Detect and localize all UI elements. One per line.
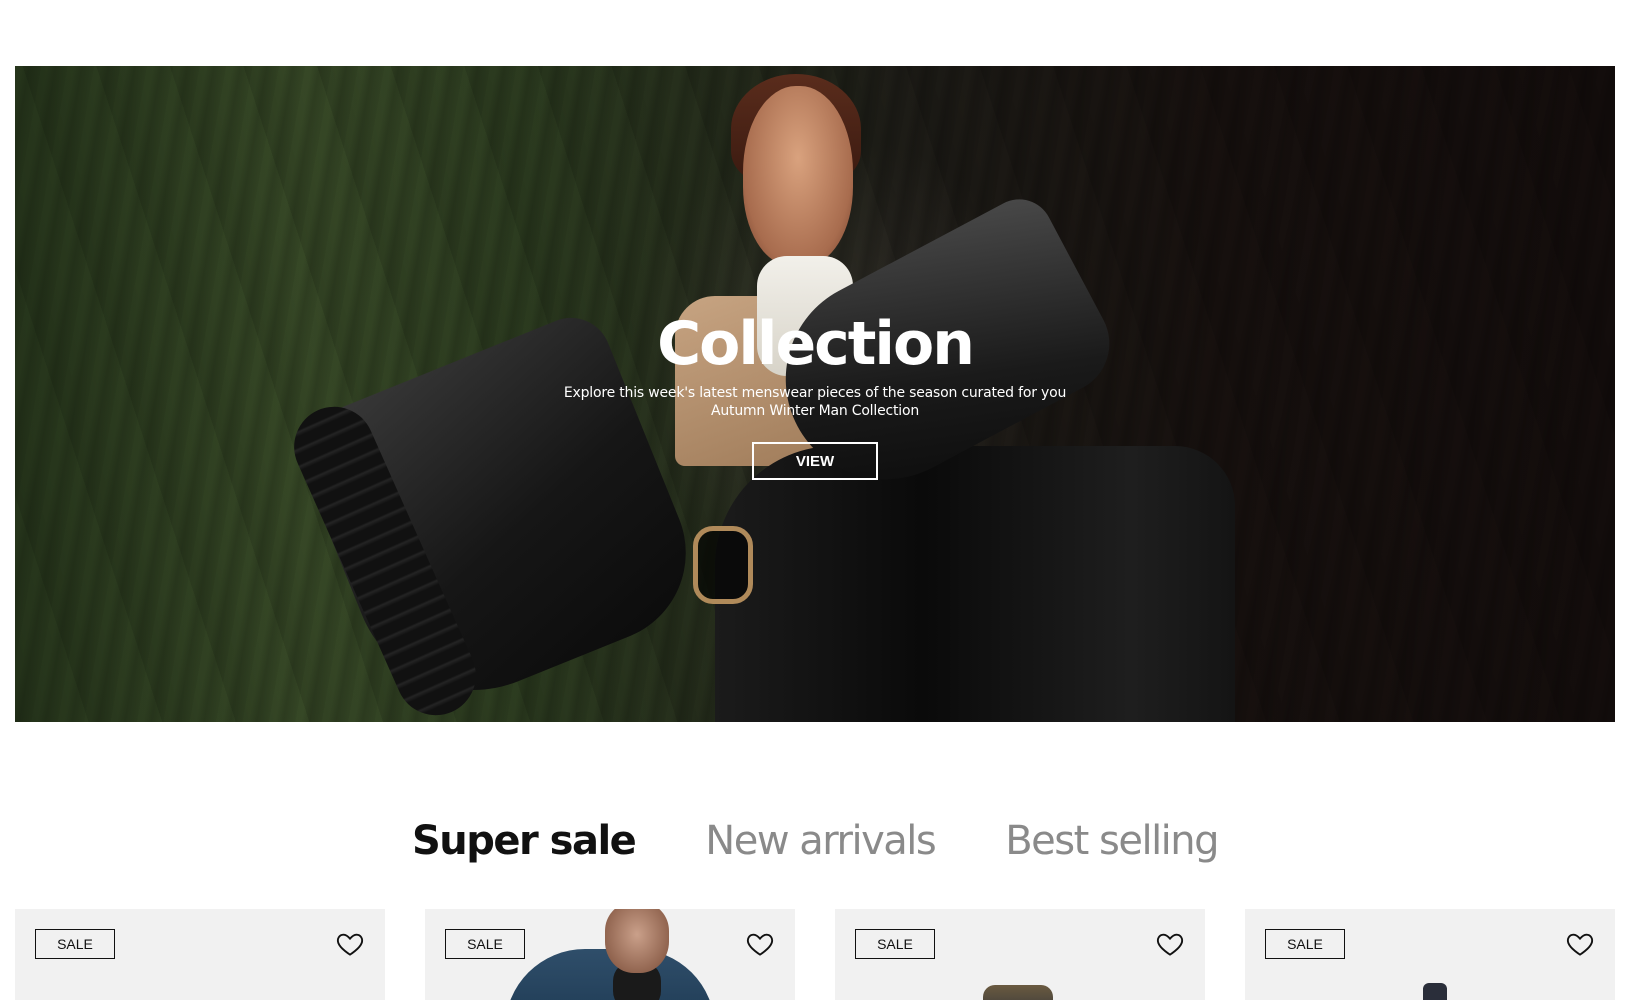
product-model-face: [605, 909, 669, 973]
view-collection-button[interactable]: VIEW: [752, 442, 878, 480]
hero-title: Collection: [657, 309, 975, 379]
product-image: [1423, 983, 1447, 1000]
sale-badge: SALE: [855, 929, 935, 959]
product-card[interactable]: SALE: [425, 909, 795, 1000]
product-tabs: Super sale New arrivals Best selling: [0, 818, 1630, 864]
hero-banner: Collection Explore this week's latest me…: [15, 66, 1615, 722]
heart-outline-icon[interactable]: [1155, 929, 1185, 959]
tab-super-sale[interactable]: Super sale: [412, 818, 637, 864]
tab-new-arrivals[interactable]: New arrivals: [705, 818, 936, 864]
sale-badge: SALE: [35, 929, 115, 959]
product-card[interactable]: SALE: [835, 909, 1205, 1000]
heart-outline-icon[interactable]: [1565, 929, 1595, 959]
sale-badge: SALE: [445, 929, 525, 959]
tab-best-selling[interactable]: Best selling: [1005, 818, 1219, 864]
heart-outline-icon[interactable]: [745, 929, 775, 959]
heart-outline-icon[interactable]: [335, 929, 365, 959]
hero-subtitle: Explore this week's latest menswear piec…: [564, 384, 1066, 420]
product-image: [983, 985, 1053, 1000]
product-card[interactable]: SALE: [1245, 909, 1615, 1000]
hero-subtitle-line1: Explore this week's latest menswear piec…: [563, 385, 1067, 401]
hero-subtitle-line2: Autumn Winter Man Collection: [710, 403, 919, 419]
sale-badge: SALE: [1265, 929, 1345, 959]
product-card[interactable]: SALE: [15, 909, 385, 1000]
product-grid: SALE SALE SALE SALE: [15, 909, 1615, 1000]
